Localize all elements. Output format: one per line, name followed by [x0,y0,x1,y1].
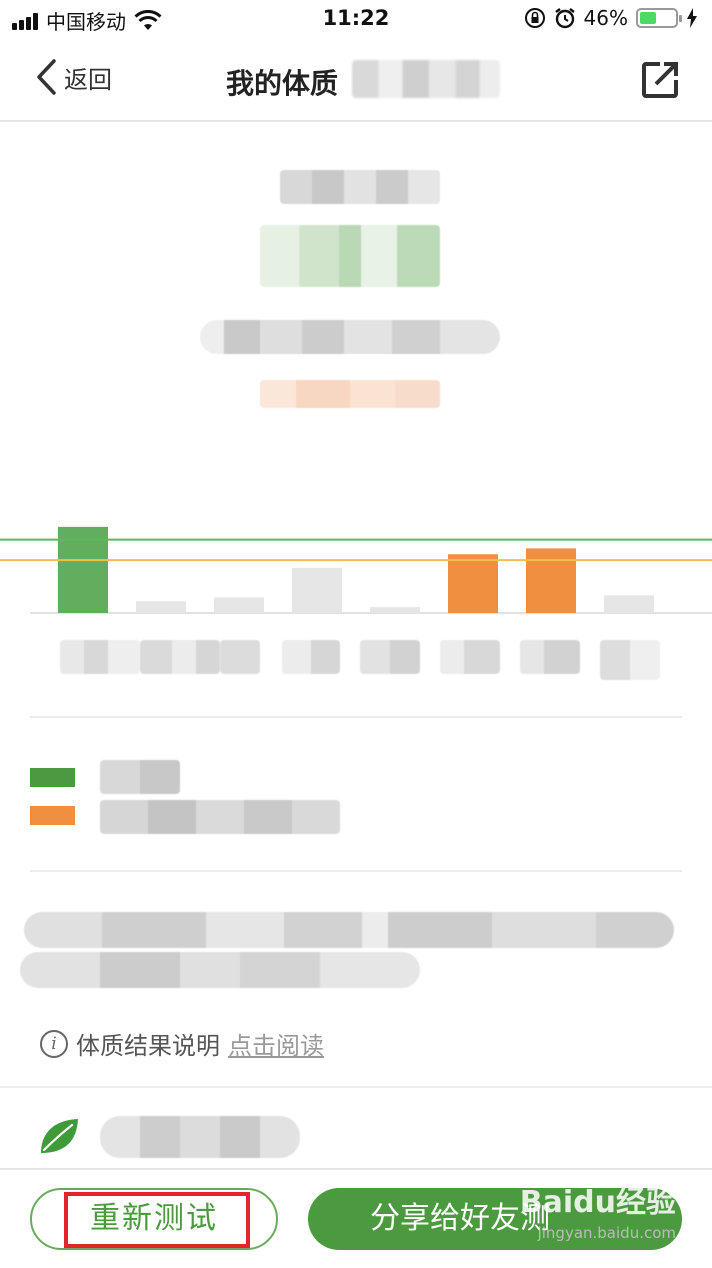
battery-percent: 46% [583,6,628,30]
legend-swatch-green [30,768,75,787]
back-label: 返回 [64,65,112,94]
explain-row: i 体质结果说明 点击阅读 [40,1026,324,1061]
chart-bar-8 [604,595,654,613]
chart-bar-7 [526,548,576,613]
battery-fill [640,12,656,24]
info-icon: i [40,1029,68,1058]
chart-label-redacted [520,640,580,674]
explain-label: 体质结果说明 [76,1032,220,1060]
legend-label-redacted [100,800,340,834]
chevron-left-icon [37,59,56,95]
page-title: 我的体质 [226,67,339,100]
result-heading-redacted [280,170,440,204]
chart-label-redacted [440,640,500,674]
status-bar: 中国移动 11:22 46% [0,0,712,40]
legend-label-redacted [100,760,180,794]
rotation-lock-icon [524,8,545,28]
description-redacted [200,320,500,354]
divider [30,870,682,872]
chart-bar-3 [214,597,264,613]
legend-swatch-orange [30,806,75,825]
divider [30,716,682,718]
back-button[interactable]: 返回 [34,58,112,96]
share-out-icon [642,62,678,98]
paragraph-redacted [20,952,420,988]
share-out-button[interactable] [640,60,680,104]
leaf-icon [41,1119,78,1153]
constitution-bar-chart [0,520,712,615]
bottom-action-bar: 重新测试 分享给好友测 [0,1168,712,1268]
chart-bar-6 [448,554,498,613]
nav-bar: 返回 我的体质 [0,40,712,122]
divider [0,1086,712,1088]
chart-svg [0,526,712,614]
chart-label-redacted [600,640,660,680]
title-redacted [352,60,500,98]
paragraph-redacted [24,912,674,948]
retest-button[interactable]: 重新测试 [30,1188,278,1250]
status-right: 46% [524,6,698,30]
chart-label-redacted [140,640,220,674]
chart-label-redacted [60,640,140,674]
chart-bar-5 [370,607,420,613]
constitution-type-redacted [260,225,440,287]
battery-icon [636,8,682,28]
alarm-icon [554,8,575,29]
chart-bar-2 [136,601,186,613]
chart-label-redacted [282,640,340,674]
chart-label-redacted [220,640,260,674]
charging-icon [687,8,697,28]
chart-label-redacted [360,640,420,674]
tag-redacted [260,380,440,408]
explain-read-link[interactable]: 点击阅读 [228,1026,324,1061]
chart-bar-4 [292,567,342,613]
leaf-row-redacted [100,1116,300,1158]
share-to-friend-button[interactable]: 分享给好友测 [308,1188,682,1250]
